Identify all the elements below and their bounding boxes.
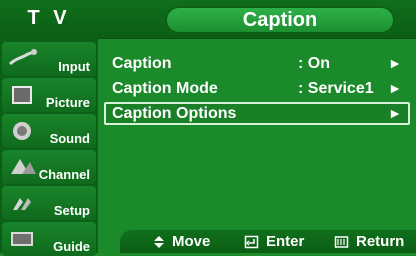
return-icon <box>334 235 349 248</box>
sidebar-item-label: Channel <box>38 167 90 182</box>
page-title: Caption <box>165 6 395 34</box>
sidebar-item-label: Setup <box>53 203 90 218</box>
arrow-right-icon: ► <box>388 105 402 121</box>
sidebar-item-input[interactable]: Input <box>2 42 96 76</box>
menu-item-caption-mode[interactable]: Caption Mode : Service1 ► <box>104 77 410 100</box>
caption-menu: Caption : On ► Caption Mode : Service1 ►… <box>104 52 410 212</box>
sound-icon <box>8 120 38 142</box>
sidebar-item-label: Sound <box>49 131 90 146</box>
hint-move-label: Move <box>172 233 211 250</box>
sidebar-item-picture[interactable]: Picture <box>2 78 96 112</box>
hint-enter-label: Enter <box>266 233 305 250</box>
sidebar-item-sound[interactable]: Sound <box>2 114 96 148</box>
sidebar-item-setup[interactable]: Setup <box>2 186 96 220</box>
sidebar-item-label: Picture <box>45 95 90 110</box>
guide-icon <box>8 228 38 250</box>
setup-icon <box>8 192 38 214</box>
input-icon <box>8 48 38 70</box>
top-bar: T V Caption <box>0 0 416 39</box>
tv-osd-screen: T V Caption Input Picture Sound Channel … <box>0 0 416 256</box>
sidebar-item-guide[interactable]: Guide <box>2 222 96 256</box>
hint-move: Move <box>152 233 210 250</box>
sidebar-item-label: Input <box>58 59 90 74</box>
menu-item-label: Caption Mode <box>112 80 218 97</box>
hint-enter: Enter <box>244 233 304 250</box>
sidebar: Input Picture Sound Channel Setup Guide <box>0 38 98 256</box>
menu-item-label: Caption Options <box>112 105 237 122</box>
menu-item-caption-options[interactable]: Caption Options ► <box>104 102 410 125</box>
menu-item-value: : On <box>298 55 330 72</box>
arrow-right-icon: ► <box>388 80 402 96</box>
picture-icon <box>8 84 38 106</box>
footer-hints: Move Enter Return <box>120 230 416 253</box>
menu-item-label: Caption <box>112 55 172 72</box>
sidebar-item-label: Guide <box>53 239 90 254</box>
tv-label: T V <box>27 6 71 29</box>
sidebar-item-channel[interactable]: Channel <box>2 150 96 184</box>
hint-return-label: Return <box>356 233 405 250</box>
enter-icon <box>244 235 259 248</box>
menu-item-caption[interactable]: Caption : On ► <box>104 52 410 75</box>
menu-item-value: : Service1 <box>298 80 374 97</box>
channel-icon <box>8 156 38 178</box>
arrow-right-icon: ► <box>388 55 402 71</box>
hint-return: Return <box>334 233 404 250</box>
move-icon <box>154 235 164 248</box>
